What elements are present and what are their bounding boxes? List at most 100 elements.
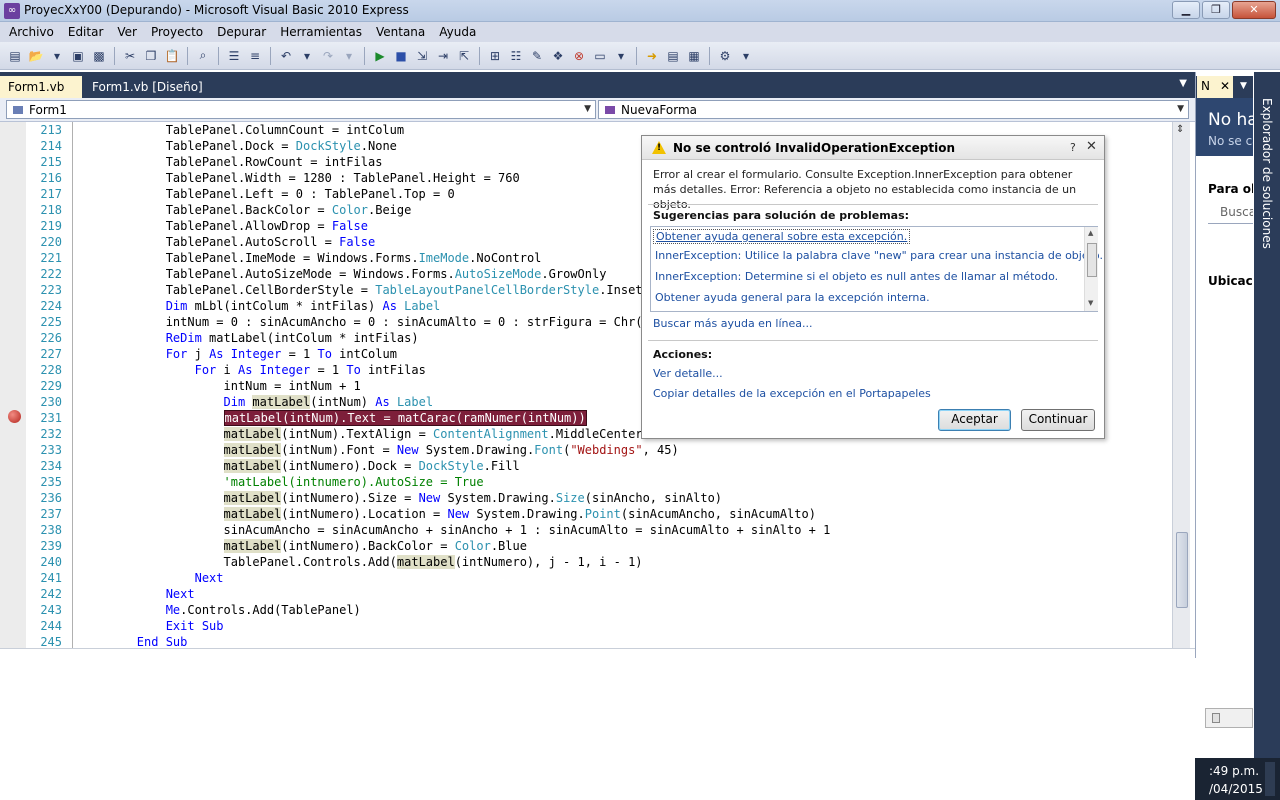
split-handle-icon[interactable]: ⇕ [1176, 124, 1184, 135]
horizontal-scrollbar[interactable] [1205, 708, 1253, 728]
copy-details-link[interactable]: Copiar detalles de la excepción en el Po… [653, 387, 931, 400]
scroll-down-icon[interactable]: ▼ [1088, 299, 1093, 307]
close-icon[interactable]: ✕ [1086, 139, 1097, 154]
error-list-icon[interactable]: ⊗ [570, 47, 588, 65]
open-icon[interactable]: 📂 [27, 47, 45, 65]
menu-editar[interactable]: Editar [61, 25, 111, 39]
menu-herramientas[interactable]: Herramientas [273, 25, 369, 39]
find-icon[interactable]: ⌕ [194, 47, 212, 65]
maximize-button[interactable]: ❐ [1202, 1, 1230, 19]
help-button[interactable]: ? [1070, 141, 1076, 154]
code-line[interactable]: sinAcumAncho = sinAcumAncho + sinAncho +… [79, 522, 830, 538]
add-item-icon[interactable]: ▾ [48, 47, 66, 65]
code-line[interactable]: Exit Sub [79, 618, 830, 634]
tip-link[interactable]: Obtener ayuda general sobre esta excepci… [653, 229, 911, 244]
code-line[interactable]: Next [79, 586, 830, 602]
solution-explorer-sidetab[interactable]: Explorador de soluciones [1254, 72, 1280, 800]
cut-icon[interactable]: ✂ [121, 47, 139, 65]
start-debug-icon[interactable]: ▶ [371, 47, 389, 65]
menu-proyecto[interactable]: Proyecto [144, 25, 210, 39]
continue-button[interactable]: Continuar [1021, 409, 1095, 431]
code-line[interactable]: matLabel(intNum).Font = New System.Drawi… [79, 442, 830, 458]
copy-icon[interactable]: ❐ [142, 47, 160, 65]
close-button[interactable]: ✕ [1232, 1, 1276, 19]
code-line[interactable]: matLabel(intNumero).Location = New Syste… [79, 506, 830, 522]
toolbar-overflow-icon[interactable]: ▾ [737, 47, 755, 65]
redo-icon[interactable]: ↷ [319, 47, 337, 65]
minimize-button[interactable]: ▁ [1172, 1, 1200, 19]
breakpoints-icon[interactable]: ▤ [664, 47, 682, 65]
line-number: 244 [40, 619, 62, 633]
code-line[interactable]: Me.Controls.Add(TablePanel) [79, 602, 830, 618]
tips-scroll-thumb[interactable] [1087, 243, 1097, 277]
menu-archivo[interactable]: Archivo [2, 25, 61, 39]
code-token: matLabel [223, 507, 282, 521]
output-icon[interactable]: ▭ [591, 47, 609, 65]
comment-icon[interactable]: ☰ [225, 47, 243, 65]
breakpoint-margin[interactable] [0, 122, 26, 648]
stop-icon[interactable]: ■ [392, 47, 410, 65]
code-token: ReDim [165, 331, 202, 345]
code-token: Dim [223, 395, 246, 409]
code-line[interactable]: matLabel(intNumero).Size = New System.Dr… [79, 490, 830, 506]
properties-icon[interactable]: ☷ [507, 47, 525, 65]
tips-scrollbar[interactable]: ▲ ▼ [1084, 227, 1098, 311]
tip-link[interactable]: Obtener ayuda general para la excepción … [655, 291, 930, 304]
undo-dropdown-icon[interactable]: ▾ [298, 47, 316, 65]
search-input[interactable]: Buscar [1208, 202, 1253, 224]
solution-explorer-icon[interactable]: ⊞ [486, 47, 504, 65]
object-browser-icon[interactable]: ❖ [549, 47, 567, 65]
tab-form1-design[interactable]: Form1.vb [Diseño] [84, 76, 211, 98]
save-icon[interactable]: ▣ [69, 47, 87, 65]
view-detail-link[interactable]: Ver detalle... [653, 367, 723, 380]
redo-dropdown-icon[interactable]: ▾ [340, 47, 358, 65]
save-all-icon[interactable]: ▩ [90, 47, 108, 65]
tip-link[interactable]: InnerException: Utilice la palabra clave… [655, 249, 1103, 262]
taskbar-clock[interactable]: :49 p.m. /04/2015 [1195, 758, 1280, 800]
breakpoint-icon[interactable] [8, 410, 21, 423]
method-combo[interactable]: NuevaForma ▼ [598, 100, 1189, 119]
code-line[interactable]: matLabel(intNumero).Dock = DockStyle.Fil… [79, 458, 830, 474]
line-number: 227 [40, 347, 62, 361]
code-line[interactable]: End Sub [79, 634, 830, 648]
menu-ver[interactable]: Ver [110, 25, 144, 39]
paste-icon[interactable]: 📋 [163, 47, 181, 65]
tab-form1-code[interactable]: Form1.vb [0, 76, 82, 98]
scroll-up-icon[interactable]: ▲ [1088, 229, 1093, 237]
step-over-icon[interactable]: ⇥ [434, 47, 452, 65]
code-line[interactable]: Next [79, 570, 830, 586]
menu-ayuda[interactable]: Ayuda [432, 25, 483, 39]
menu-depurar[interactable]: Depurar [210, 25, 273, 39]
show-desktop-button[interactable] [1265, 762, 1275, 796]
menu-ventana[interactable]: Ventana [369, 25, 432, 39]
toolbar-separator [636, 46, 637, 65]
undo-icon[interactable]: ↶ [277, 47, 295, 65]
immediate-icon[interactable]: ▦ [685, 47, 703, 65]
code-token: .None [360, 139, 397, 153]
scrollbar-thumb[interactable] [1212, 713, 1220, 723]
step-out-icon[interactable]: ⇱ [455, 47, 473, 65]
step-into-icon[interactable]: ⇲ [413, 47, 431, 65]
accept-button[interactable]: Aceptar [938, 409, 1011, 431]
line-number: 237 [40, 507, 62, 521]
close-icon[interactable]: ✕ [1220, 79, 1230, 93]
class-combo[interactable]: Form1 ▼ [6, 100, 596, 119]
toolbox-icon[interactable]: ✎ [528, 47, 546, 65]
code-line[interactable]: 'matLabel(intnumero).AutoSize = True [79, 474, 830, 490]
tab-list-dropdown-icon[interactable]: ▼ [1179, 78, 1187, 89]
uncomment-icon[interactable]: ≡ [246, 47, 264, 65]
line-numbers: 213 214 215 216 217 218 219 220 221 222 223 224 225 2… [26, 122, 62, 648]
options-icon[interactable]: ⚙ [716, 47, 734, 65]
code-token: (intNumero).Size = [281, 491, 419, 505]
tip-link[interactable]: InnerException: Determine si el objeto e… [655, 270, 1058, 283]
code-line[interactable]: matLabel(intNumero).BackColor = Color.Bl… [79, 538, 830, 554]
code-line[interactable]: TablePanel.Controls.Add(matLabel(intNume… [79, 554, 830, 570]
scrollbar-thumb[interactable] [1176, 532, 1188, 608]
actions-header: Acciones: [653, 348, 713, 361]
chevron-down-icon[interactable]: ▼ [1240, 81, 1247, 91]
next-statement-icon[interactable]: ➜ [643, 47, 661, 65]
more-icon[interactable]: ▾ [612, 47, 630, 65]
more-help-link[interactable]: Buscar más ayuda en línea... [653, 317, 813, 330]
editor-vertical-scrollbar[interactable]: ⇕ [1172, 122, 1190, 648]
new-project-icon[interactable]: ▤ [6, 47, 24, 65]
